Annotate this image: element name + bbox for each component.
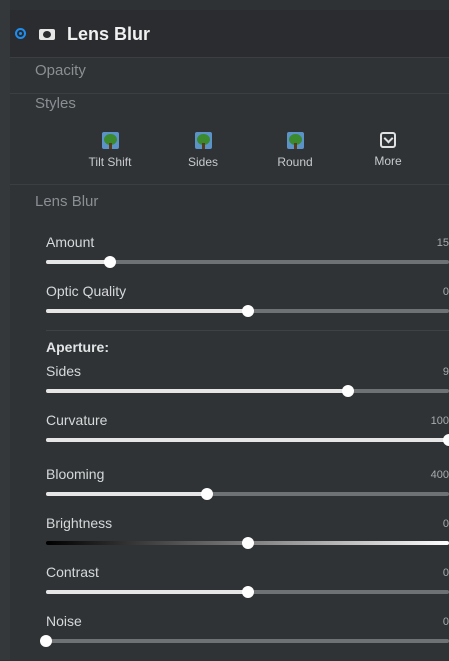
noise-handle[interactable] bbox=[40, 635, 52, 647]
contrast-track[interactable] bbox=[46, 586, 449, 598]
panel-header[interactable]: Lens Blur bbox=[10, 10, 449, 57]
noise-label: Noise bbox=[46, 613, 82, 629]
tree-icon bbox=[101, 132, 119, 149]
enable-radio-icon[interactable] bbox=[15, 28, 26, 39]
amount-handle[interactable] bbox=[104, 256, 117, 268]
brightness-track[interactable] bbox=[46, 537, 449, 549]
optic-quality-handle[interactable] bbox=[241, 305, 254, 317]
blooming-fill bbox=[46, 492, 208, 496]
amount-value: 15 bbox=[436, 237, 449, 249]
style-more-label: More bbox=[374, 154, 402, 168]
optic-quality-slider[interactable]: Optic Quality 0 bbox=[10, 282, 449, 330]
lens-blur-panel: Lens Blur Opacity Styles Tilt Shift Side… bbox=[10, 10, 449, 661]
styles-label: Styles bbox=[35, 95, 76, 112]
left-edge bbox=[0, 0, 10, 660]
chevron-down-box-icon bbox=[380, 132, 396, 148]
contrast-fill bbox=[46, 590, 248, 594]
amount-label: Amount bbox=[46, 234, 95, 250]
sides-track[interactable] bbox=[46, 385, 449, 397]
style-more-button[interactable]: More bbox=[353, 132, 423, 168]
sides-label: Sides bbox=[46, 363, 82, 379]
blooming-track[interactable] bbox=[46, 488, 449, 500]
contrast-value: 0 bbox=[442, 567, 449, 579]
lens-blur-label: Lens Blur bbox=[35, 193, 99, 210]
contrast-handle[interactable] bbox=[241, 586, 254, 598]
optic-quality-track[interactable] bbox=[46, 305, 449, 317]
camera-icon bbox=[39, 29, 55, 40]
curvature-slider[interactable]: Curvature 100 bbox=[10, 411, 449, 459]
curvature-value: 100 bbox=[430, 415, 449, 427]
style-round-button[interactable]: Round bbox=[260, 132, 330, 169]
optic-quality-value: 0 bbox=[442, 286, 449, 298]
sides-slider[interactable]: Sides 9 bbox=[10, 362, 449, 410]
curvature-label: Curvature bbox=[46, 412, 108, 428]
contrast-label: Contrast bbox=[46, 564, 99, 580]
style-sides-button[interactable]: Sides bbox=[168, 132, 238, 169]
noise-slider[interactable]: Noise 0 bbox=[10, 612, 449, 660]
style-sides-label: Sides bbox=[187, 155, 219, 169]
tree-icon bbox=[194, 132, 212, 149]
opacity-label: Opacity bbox=[35, 62, 86, 79]
lens-blur-section: Lens Blur Amount 15 Optic Quality 0 Aper… bbox=[10, 184, 449, 661]
curvature-handle[interactable] bbox=[443, 434, 449, 446]
curvature-fill bbox=[46, 438, 449, 442]
brightness-value: 0 bbox=[442, 518, 449, 530]
amount-track[interactable] bbox=[46, 256, 449, 268]
brightness-slider[interactable]: Brightness 0 bbox=[10, 514, 449, 562]
blooming-value: 400 bbox=[430, 469, 449, 481]
aperture-heading: Aperture: bbox=[46, 339, 110, 355]
style-round-label: Round bbox=[277, 155, 313, 169]
blooming-slider[interactable]: Blooming 400 bbox=[10, 465, 449, 513]
style-tilt-shift-label: Tilt Shift bbox=[88, 155, 132, 169]
aperture-divider bbox=[46, 330, 449, 331]
style-tilt-shift-button[interactable]: Tilt Shift bbox=[75, 132, 145, 169]
blooming-label: Blooming bbox=[46, 466, 105, 482]
sides-value: 9 bbox=[442, 366, 449, 378]
contrast-slider[interactable]: Contrast 0 bbox=[10, 563, 449, 611]
amount-fill bbox=[46, 260, 111, 264]
brightness-handle[interactable] bbox=[241, 537, 254, 549]
sides-handle[interactable] bbox=[342, 385, 355, 397]
styles-section: Styles Tilt Shift Sides Round More bbox=[10, 93, 449, 185]
brightness-label: Brightness bbox=[46, 515, 113, 531]
curvature-track[interactable] bbox=[46, 434, 449, 446]
optic-quality-fill bbox=[46, 309, 248, 313]
optic-quality-label: Optic Quality bbox=[46, 283, 127, 299]
tree-icon bbox=[286, 132, 304, 149]
blooming-handle[interactable] bbox=[201, 488, 214, 500]
opacity-section[interactable]: Opacity bbox=[10, 57, 449, 94]
sides-fill bbox=[46, 389, 349, 393]
noise-track[interactable] bbox=[40, 635, 449, 647]
amount-slider[interactable]: Amount 15 bbox=[10, 233, 449, 281]
panel-title: Lens Blur bbox=[67, 24, 151, 44]
noise-value: 0 bbox=[442, 616, 449, 628]
